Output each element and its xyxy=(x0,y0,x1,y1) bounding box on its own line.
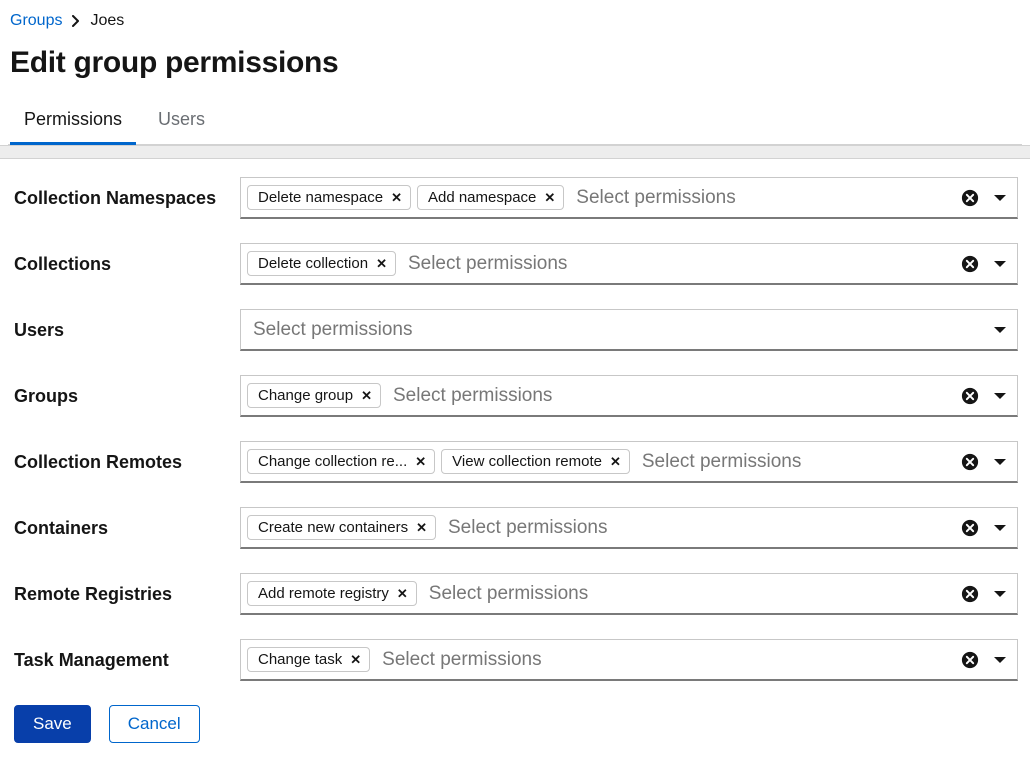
row-label: Task Management xyxy=(12,650,240,671)
select-placeholder: Select permissions xyxy=(570,187,955,209)
select-collections[interactable]: Delete collection ✕ Select permissions xyxy=(240,243,1018,285)
row-collection-remotes: Collection Remotes Change collection re.… xyxy=(12,441,1018,483)
clear-all-icon[interactable] xyxy=(961,453,979,471)
row-task-management: Task Management Change task ✕ Select per… xyxy=(12,639,1018,681)
divider-band xyxy=(0,145,1030,159)
chip: Add namespace ✕ xyxy=(417,185,564,210)
close-icon[interactable]: ✕ xyxy=(544,191,555,204)
close-icon[interactable]: ✕ xyxy=(397,587,408,600)
breadcrumb-root-link[interactable]: Groups xyxy=(10,12,62,30)
close-icon[interactable]: ✕ xyxy=(391,191,402,204)
tab-users[interactable]: Users xyxy=(144,101,219,145)
chevron-right-icon xyxy=(72,15,80,27)
clear-all-icon[interactable] xyxy=(961,585,979,603)
close-icon[interactable]: ✕ xyxy=(361,389,372,402)
chip: Change group ✕ xyxy=(247,383,381,408)
close-icon[interactable]: ✕ xyxy=(416,521,427,534)
row-label: Remote Registries xyxy=(12,584,240,605)
chevron-down-icon[interactable] xyxy=(993,325,1007,335)
select-containers[interactable]: Create new containers ✕ Select permissio… xyxy=(240,507,1018,549)
select-users[interactable]: Select permissions xyxy=(240,309,1018,351)
row-label: Groups xyxy=(12,386,240,407)
chip-label: Change collection re... xyxy=(258,453,407,470)
permissions-form: Collection Namespaces Delete namespace ✕… xyxy=(0,159,1030,761)
select-groups[interactable]: Change group ✕ Select permissions xyxy=(240,375,1018,417)
close-icon[interactable]: ✕ xyxy=(415,455,426,468)
chip-label: Change group xyxy=(258,387,353,404)
row-label: Collection Namespaces xyxy=(12,188,240,209)
chip: Change task ✕ xyxy=(247,647,370,672)
select-placeholder: Select permissions xyxy=(247,319,987,341)
select-placeholder: Select permissions xyxy=(423,583,955,605)
chip: Delete collection ✕ xyxy=(247,251,396,276)
select-placeholder: Select permissions xyxy=(636,451,955,473)
select-collection-namespaces[interactable]: Delete namespace ✕ Add namespace ✕ Selec… xyxy=(240,177,1018,219)
row-groups: Groups Change group ✕ Select permissions xyxy=(12,375,1018,417)
row-label: Containers xyxy=(12,518,240,539)
close-icon[interactable]: ✕ xyxy=(350,653,361,666)
select-placeholder: Select permissions xyxy=(376,649,955,671)
chevron-down-icon[interactable] xyxy=(993,391,1007,401)
row-collection-namespaces: Collection Namespaces Delete namespace ✕… xyxy=(12,177,1018,219)
select-collection-remotes[interactable]: Change collection re... ✕ View collectio… xyxy=(240,441,1018,483)
close-icon[interactable]: ✕ xyxy=(610,455,621,468)
close-icon[interactable]: ✕ xyxy=(376,257,387,270)
row-remote-registries: Remote Registries Add remote registry ✕ … xyxy=(12,573,1018,615)
clear-all-icon[interactable] xyxy=(961,651,979,669)
chevron-down-icon[interactable] xyxy=(993,259,1007,269)
chip-label: Delete namespace xyxy=(258,189,383,206)
breadcrumb: Groups Joes xyxy=(8,8,1022,42)
chip-label: Add remote registry xyxy=(258,585,389,602)
chevron-down-icon[interactable] xyxy=(993,457,1007,467)
row-users: Users Select permissions xyxy=(12,309,1018,351)
tab-permissions[interactable]: Permissions xyxy=(10,101,136,145)
clear-all-icon[interactable] xyxy=(961,255,979,273)
chip: Change collection re... ✕ xyxy=(247,449,435,474)
chip-label: Change task xyxy=(258,651,342,668)
row-label: Users xyxy=(12,320,240,341)
chip: Create new containers ✕ xyxy=(247,515,436,540)
row-containers: Containers Create new containers ✕ Selec… xyxy=(12,507,1018,549)
select-remote-registries[interactable]: Add remote registry ✕ Select permissions xyxy=(240,573,1018,615)
page-title: Edit group permissions xyxy=(10,46,1022,80)
clear-all-icon[interactable] xyxy=(961,519,979,537)
select-task-management[interactable]: Change task ✕ Select permissions xyxy=(240,639,1018,681)
chevron-down-icon[interactable] xyxy=(993,193,1007,203)
clear-all-icon[interactable] xyxy=(961,387,979,405)
chip: Add remote registry ✕ xyxy=(247,581,417,606)
chip-label: Create new containers xyxy=(258,519,408,536)
button-row: Save Cancel xyxy=(12,705,1018,743)
chip-label: Delete collection xyxy=(258,255,368,272)
row-collections: Collections Delete collection ✕ Select p… xyxy=(12,243,1018,285)
cancel-button[interactable]: Cancel xyxy=(109,705,200,743)
chip: View collection remote ✕ xyxy=(441,449,630,474)
select-placeholder: Select permissions xyxy=(442,517,955,539)
chevron-down-icon[interactable] xyxy=(993,655,1007,665)
chip: Delete namespace ✕ xyxy=(247,185,411,210)
chip-label: View collection remote xyxy=(452,453,602,470)
row-label: Collection Remotes xyxy=(12,452,240,473)
breadcrumb-current: Joes xyxy=(90,12,124,30)
chevron-down-icon[interactable] xyxy=(993,589,1007,599)
tabs: Permissions Users xyxy=(8,100,1022,145)
chevron-down-icon[interactable] xyxy=(993,523,1007,533)
select-placeholder: Select permissions xyxy=(387,385,955,407)
row-label: Collections xyxy=(12,254,240,275)
save-button[interactable]: Save xyxy=(14,705,91,743)
select-placeholder: Select permissions xyxy=(402,253,955,275)
chip-label: Add namespace xyxy=(428,189,536,206)
clear-all-icon[interactable] xyxy=(961,189,979,207)
